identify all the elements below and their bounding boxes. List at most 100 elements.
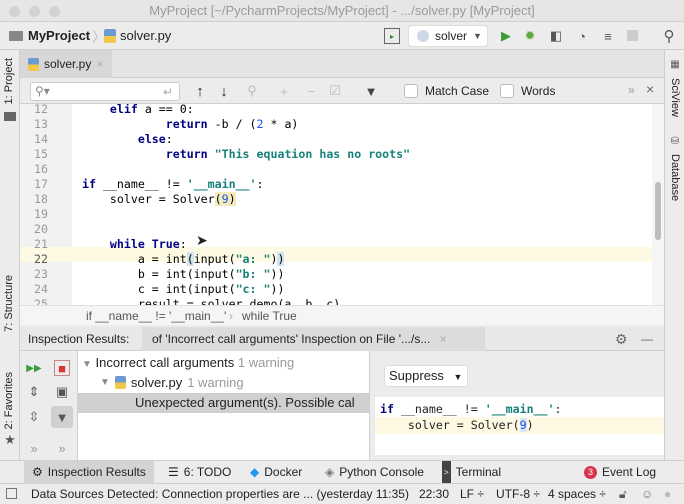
code-line[interactable]: return "This equation has no roots" [82,147,410,162]
code-line[interactable]: c = int(input("c: ")) [82,282,285,297]
cursor-position[interactable]: 22:30 [419,484,449,504]
run-window-icon[interactable]: ▸ [384,28,400,44]
toggle-tool-windows-icon[interactable] [6,488,17,499]
concurrency-icon[interactable]: ≡ [600,28,616,44]
match-case-checkbox[interactable] [404,84,418,98]
inspection-results-tool-button[interactable]: ⚙ Inspection Results [24,461,154,484]
group-by-severity-icon[interactable]: ■ [54,360,70,376]
close-window-button[interactable] [9,6,20,17]
structure-tool-button[interactable]: 7: Structure [3,275,15,332]
todo-tool-button[interactable]: ☰ 6: TODO [168,461,231,484]
indent[interactable]: 4 spaces ÷ [548,484,606,504]
python-console-tool-button[interactable]: ◈ Python Console [325,461,424,484]
database-tool-button[interactable]: Database [669,154,681,201]
close-find-icon[interactable]: × [646,81,654,97]
code-editor[interactable]: 12 elif a == 0: 13 return -b / (2 * a) 14 … [20,104,664,305]
tool-label: Event Log [602,465,657,479]
close-tab-icon[interactable]: × [440,332,447,346]
previous-occurrence-icon[interactable]: ↑ [193,83,207,100]
suppress-label: Suppress [389,368,444,383]
line-number: 19 [34,207,48,221]
tab-solver-py[interactable]: solver.py × [20,50,112,78]
code-line[interactable]: if __name__ != '__main__': [82,177,264,192]
line-number: 20 [34,222,48,236]
tool-label: Terminal [455,465,502,479]
code-line[interactable]: else: [82,132,173,147]
debug-icon[interactable]: ✹ [522,28,538,44]
words-checkbox[interactable] [500,84,514,98]
run-icon[interactable]: ▶ [498,28,514,44]
preview-text: __name__ != [393,402,485,416]
node-count: 1 warning [187,375,244,390]
stop-icon[interactable] [627,30,638,41]
editor-scrollbar[interactable] [652,104,664,305]
expand-arrow-icon[interactable]: ▼ [82,359,92,370]
notifications-icon[interactable]: ● [664,484,671,504]
code-line[interactable]: elif a == 0: [82,104,194,117]
favorites-tool-button[interactable]: 2: Favorites [3,372,15,429]
filter-icon[interactable]: ▼ [51,406,73,428]
preview-text: solver = Solver( [380,418,520,432]
breadcrumb-if-main[interactable]: if __name__ != '__main__' [86,306,226,326]
select-all-icon[interactable]: ☑ [328,83,342,99]
suppress-dropdown[interactable]: Suppress ▼ [384,365,468,387]
rerun-icon[interactable]: ▶▶ [26,360,42,376]
code-line[interactable]: b = int(input("b: ")) [82,267,285,282]
inspection-tab[interactable]: of 'Incorrect call arguments' Inspection… [142,327,485,351]
event-log-tool-button[interactable]: 3 Event Log [584,461,656,484]
lock-icon[interactable]: 🔓︎ [619,484,627,504]
gear-icon[interactable]: ⚙ [615,327,628,351]
breadcrumb-while-true[interactable]: while True [242,306,297,326]
more-options-icon[interactable]: » [628,83,635,97]
sciview-tool-button[interactable]: SciView [669,78,681,117]
python-icon [417,30,429,42]
inspector-icon[interactable]: ☺ [641,484,653,504]
inspection-results-label: Inspection Results: [28,332,130,346]
zoom-window-button[interactable] [49,6,60,17]
expand-arrow-icon[interactable]: ▼ [100,377,110,388]
inspection-tree: ▼ Incorrect call arguments 1 warning ▼ s… [78,351,370,460]
run-config-select[interactable]: solver ▼ [408,25,488,47]
tree-node-file[interactable]: ▼ solver.py 1 warning [100,375,244,390]
docker-tool-button[interactable]: ◆ Docker [250,461,302,484]
code-line[interactable]: while True: [82,237,187,252]
scrollbar-thumb[interactable] [655,182,661,240]
breadcrumb-file[interactable]: solver.py [120,28,171,43]
enter-icon: ↵ [162,85,173,99]
remove-selection-icon[interactable]: − [304,83,318,99]
more-icon[interactable]: » [26,441,42,456]
code-line[interactable]: result = solver.demo(a, b, c) [82,297,340,305]
status-message[interactable]: Data Sources Detected: Connection proper… [31,484,409,504]
docker-icon: ◆ [250,465,260,479]
breadcrumb-project[interactable]: MyProject [28,28,90,43]
database-icon: ⛁ [670,135,680,147]
expand-all-icon[interactable]: ⇕ [26,384,42,400]
find-all-icon[interactable]: ⚲ [245,83,259,99]
preview-string: '__main__' [484,402,555,416]
tool-label: Inspection Results [47,465,146,479]
tree-node-problem[interactable]: Unexpected argument(s). Possible cal [78,393,369,413]
tree-node-inspection[interactable]: ▼ Incorrect call arguments 1 warning [82,355,294,370]
add-selection-icon[interactable]: + [277,83,291,99]
code-line[interactable]: solver = Solver(9) [82,192,236,207]
encoding[interactable]: UTF-8 ÷ [496,484,540,504]
next-occurrence-icon[interactable]: ↓ [217,83,231,100]
code-line[interactable]: return -b / (2 * a) [82,117,299,132]
coverage-icon[interactable]: ◧ [548,28,564,44]
close-tab-icon[interactable]: × [96,57,103,71]
minimize-window-button[interactable] [29,6,40,17]
project-tool-button[interactable]: 1: Project [3,58,15,104]
group-by-directory-icon[interactable]: ▣ [54,384,70,400]
window-title: MyProject [~/PycharmProjects/MyProject] … [149,3,535,18]
terminal-tool-button[interactable]: > Terminal [442,461,501,484]
more-icon[interactable]: » [54,441,70,456]
profile-icon[interactable]: ◔ [574,28,590,44]
collapse-all-icon[interactable]: ⇳ [26,409,42,425]
navigation-bar: MyProject 〉 solver.py ▸ solver ▼ ▶ ✹ ◧ ◔… [0,22,684,50]
code-line[interactable]: a = int(input("a: ")) [82,252,285,267]
filter-icon[interactable]: ▼ [363,83,379,99]
search-input[interactable]: ⚲▾ ↵ [30,82,180,101]
hide-icon[interactable]: — [641,327,653,351]
search-everywhere-icon[interactable]: ⚲ [660,27,678,45]
line-separator[interactable]: LF ÷ [460,484,484,504]
